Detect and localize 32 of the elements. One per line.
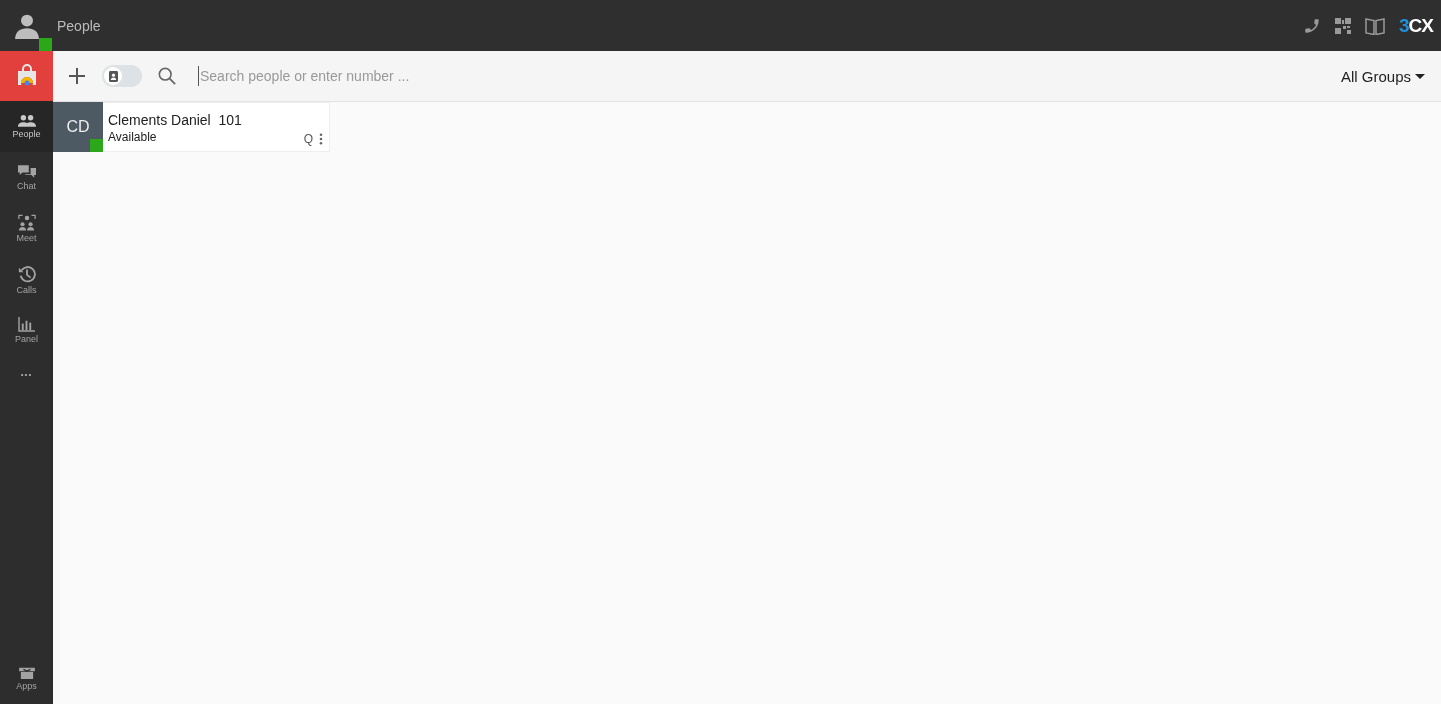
nav-item[interactable]: Calls (0, 254, 53, 305)
contact-status: Available (108, 130, 158, 144)
add-icon[interactable] (69, 68, 85, 84)
phone-icon[interactable] (1303, 16, 1321, 35)
more-vertical-icon[interactable] (319, 133, 323, 145)
more-button[interactable]: ••• (0, 356, 53, 392)
history-icon (17, 264, 36, 283)
caret-icon (1415, 73, 1425, 79)
nav-item[interactable]: Panel (0, 305, 53, 356)
book-icon[interactable] (1365, 16, 1385, 35)
bar-chart-icon (18, 317, 35, 332)
contacts-toggle[interactable] (102, 65, 142, 87)
contact-name: Clements Daniel 101 (108, 112, 243, 128)
box-icon (17, 665, 36, 679)
groups-dropdown[interactable]: All Groups (1340, 67, 1425, 85)
contact-card[interactable]: CD Clements Daniel 101 Available Q (53, 102, 330, 152)
nav-item[interactable]: Meet (0, 203, 53, 254)
person-icon (13, 12, 40, 39)
logo: 3CX (1399, 14, 1433, 37)
nav-item[interactable]: Chat (0, 152, 53, 203)
chat-icon (17, 164, 36, 179)
queue-label: Q (303, 133, 313, 145)
nav-item[interactable]: People (0, 101, 53, 152)
qr-code-icon[interactable] (1335, 17, 1351, 34)
contact-book-icon (108, 70, 118, 82)
search-icon[interactable] (158, 67, 176, 85)
meeting-icon (17, 214, 36, 231)
page-title: People (57, 17, 101, 34)
store-button[interactable] (0, 51, 53, 101)
contact-avatar: CD (53, 102, 103, 152)
apps-button[interactable]: Apps (0, 652, 53, 704)
people-icon (17, 114, 36, 127)
